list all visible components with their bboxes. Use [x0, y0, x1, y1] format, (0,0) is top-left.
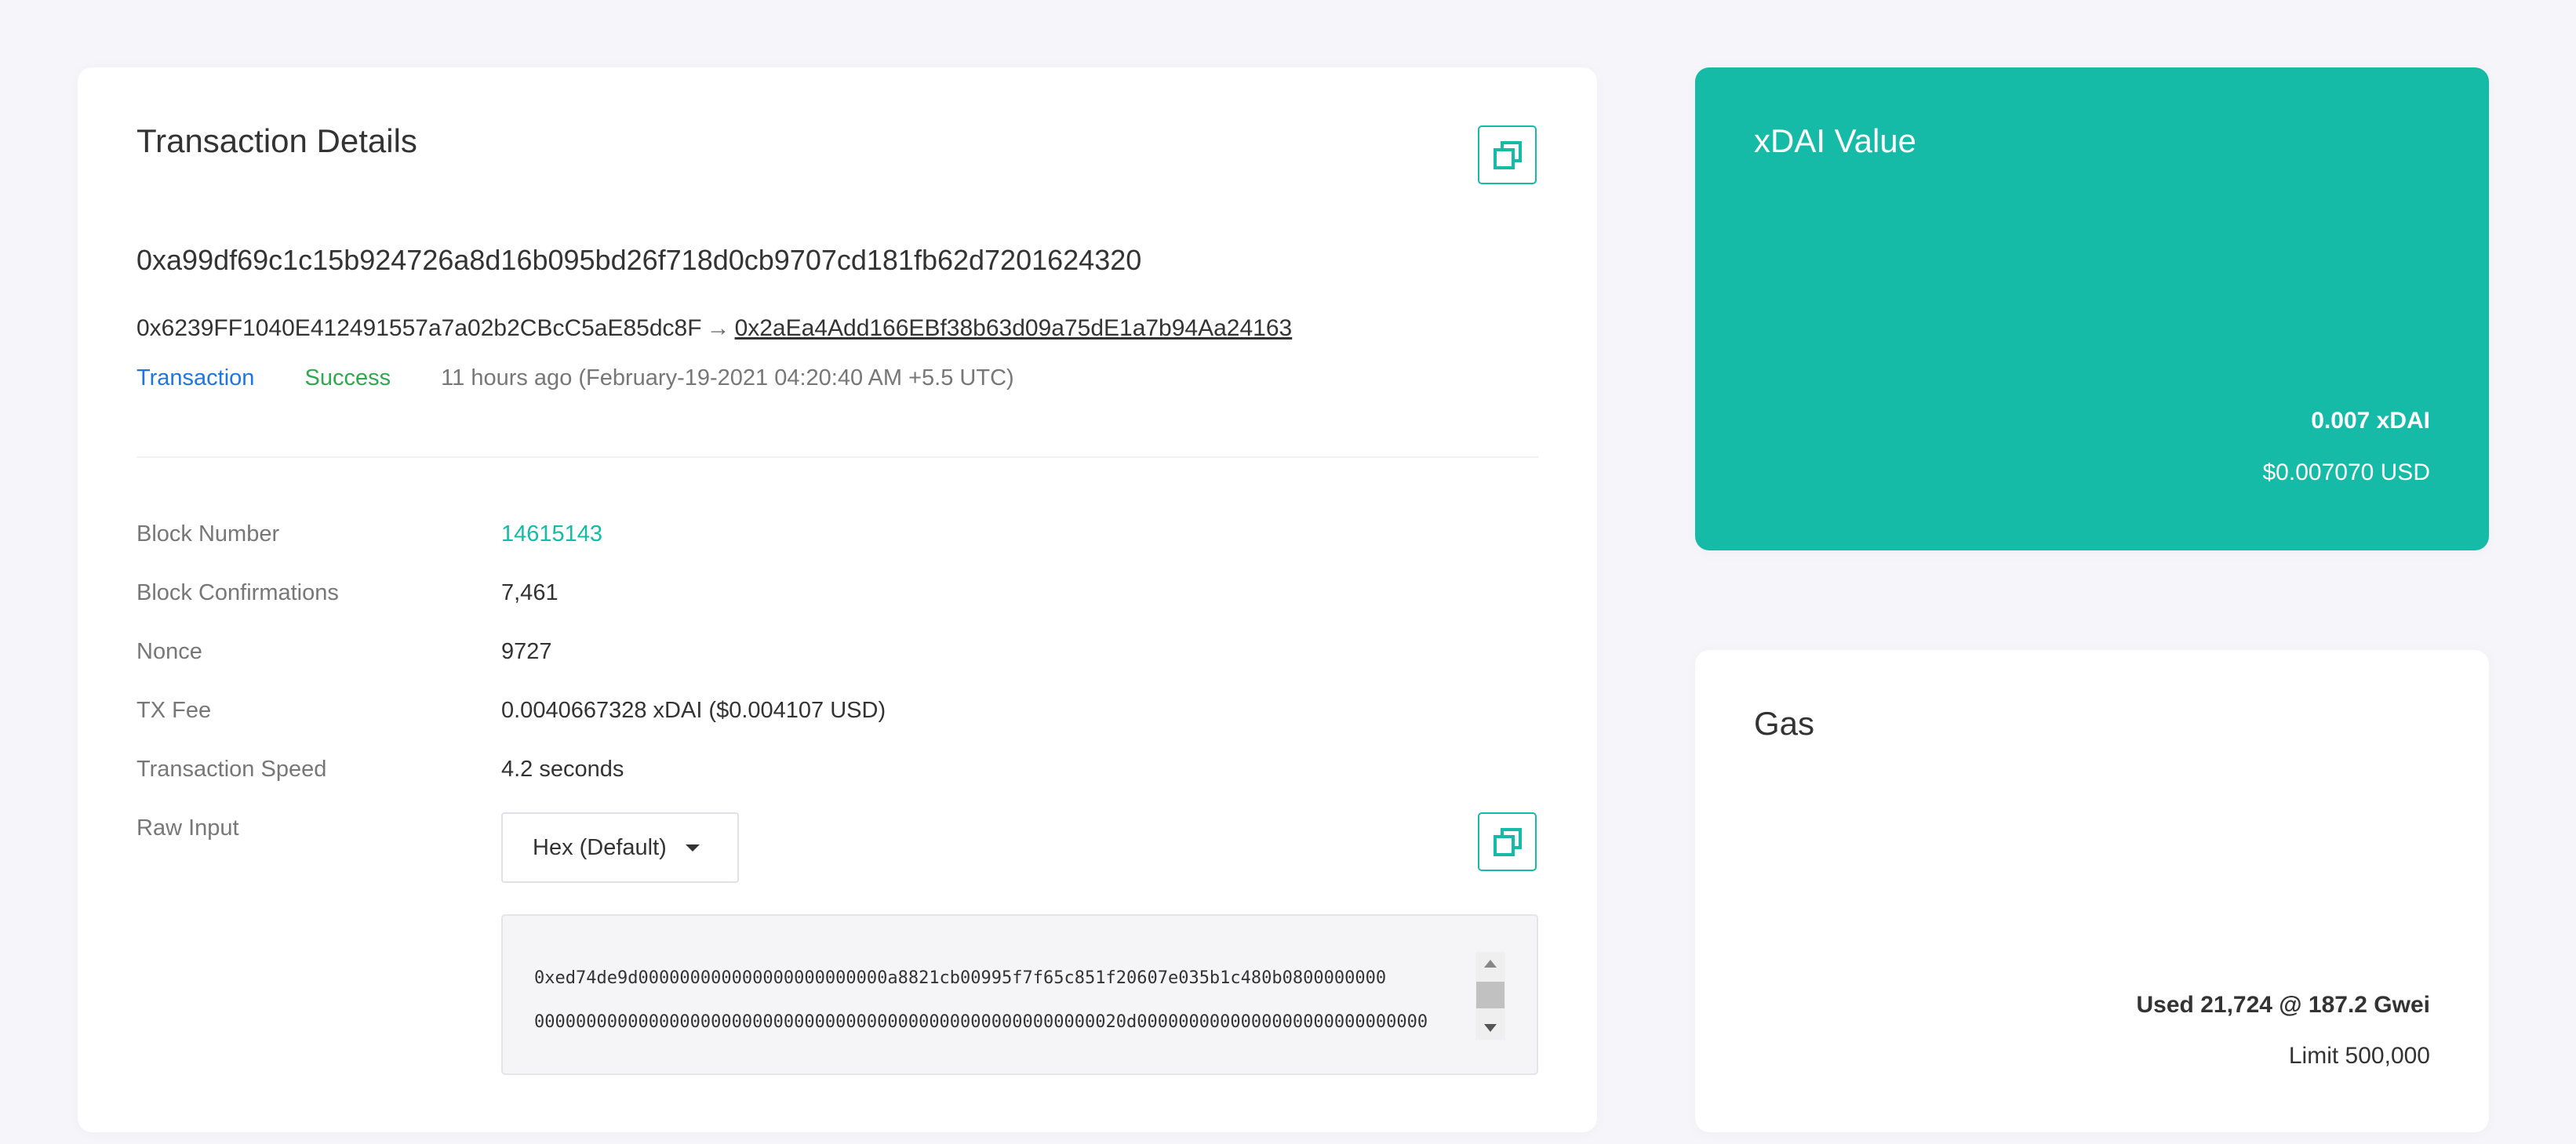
- nonce-value: 9727: [501, 639, 552, 664]
- copy-icon: [1493, 140, 1522, 169]
- copy-icon: [1493, 827, 1522, 856]
- block-confirmations-label: Block Confirmations: [136, 580, 339, 605]
- nonce-label: Nonce: [136, 639, 202, 664]
- tx-fee-label: TX Fee: [136, 698, 212, 723]
- raw-input-format-select[interactable]: Hex (Default): [501, 812, 739, 883]
- to-address-link[interactable]: 0x2aEa4Add166EBf38b63d09a75dE1a7b94Aa241…: [735, 315, 1293, 341]
- card-title: Gas: [1754, 705, 1815, 742]
- block-confirmations-value: 7,461: [501, 580, 558, 605]
- scroll-down-icon[interactable]: [1484, 1024, 1497, 1032]
- transaction-details-card: Transaction Details 0xa99df69c1c15b92472…: [78, 67, 1597, 1132]
- raw-input-text: 0xed74de9d000000000000000000000000a8821c…: [534, 957, 1460, 1044]
- gas-limit: Limit 500,000: [2288, 1043, 2430, 1069]
- transaction-meta: Transaction Success 11 hours ago (Februa…: [136, 365, 1014, 391]
- scroll-thumb[interactable]: [1476, 982, 1504, 1008]
- copy-raw-input-button[interactable]: [1478, 812, 1537, 871]
- gas-card: Gas Used 21,724 @ 187.2 Gwei Limit 500,0…: [1695, 650, 2489, 1132]
- usd-amount: $0.007070 USD: [2262, 459, 2431, 485]
- divider: [136, 456, 1538, 458]
- raw-input-line: 0000000000000000000000000000000000000000…: [534, 1012, 1428, 1032]
- card-title: Transaction Details: [136, 122, 417, 159]
- transaction-speed-label: Transaction Speed: [136, 757, 327, 782]
- gas-used: Used 21,724 @ 187.2 Gwei: [2136, 992, 2430, 1018]
- timestamp: 11 hours ago (February-19-2021 04:20:40 …: [441, 365, 1014, 390]
- select-value: Hex (Default): [533, 834, 667, 860]
- status-badge: Success: [304, 365, 391, 390]
- raw-input-textarea[interactable]: 0xed74de9d000000000000000000000000a8821c…: [501, 914, 1538, 1075]
- transaction-type: Transaction: [136, 365, 255, 390]
- transaction-hash: 0xa99df69c1c15b924726a8d16b095bd26f718d0…: [136, 244, 1142, 276]
- caret-down-icon: [685, 844, 700, 852]
- block-number-label: Block Number: [136, 521, 280, 547]
- arrow-icon: →: [706, 315, 730, 341]
- scroll-up-icon[interactable]: [1484, 960, 1497, 968]
- copy-button[interactable]: [1478, 125, 1537, 184]
- address-line: 0x6239FF1040E412491557a7a02b2CBcC5aE85dc…: [136, 315, 1292, 342]
- raw-input-line: 0xed74de9d000000000000000000000000a8821c…: [534, 968, 1387, 988]
- tx-fee-value: 0.0040667328 xDAI ($0.004107 USD): [501, 698, 886, 723]
- scrollbar[interactable]: [1475, 952, 1505, 1040]
- card-title: xDAI Value: [1754, 122, 1916, 159]
- xdai-amount: 0.007 xDAI: [2311, 408, 2430, 434]
- raw-input-label: Raw Input: [136, 815, 239, 841]
- transaction-speed-value: 4.2 seconds: [501, 757, 624, 782]
- block-number-link[interactable]: 14615143: [501, 521, 602, 547]
- from-address: 0x6239FF1040E412491557a7a02b2CBcC5aE85dc…: [136, 315, 702, 341]
- xdai-value-card: xDAI Value 0.007 xDAI $0.007070 USD: [1695, 67, 2489, 550]
